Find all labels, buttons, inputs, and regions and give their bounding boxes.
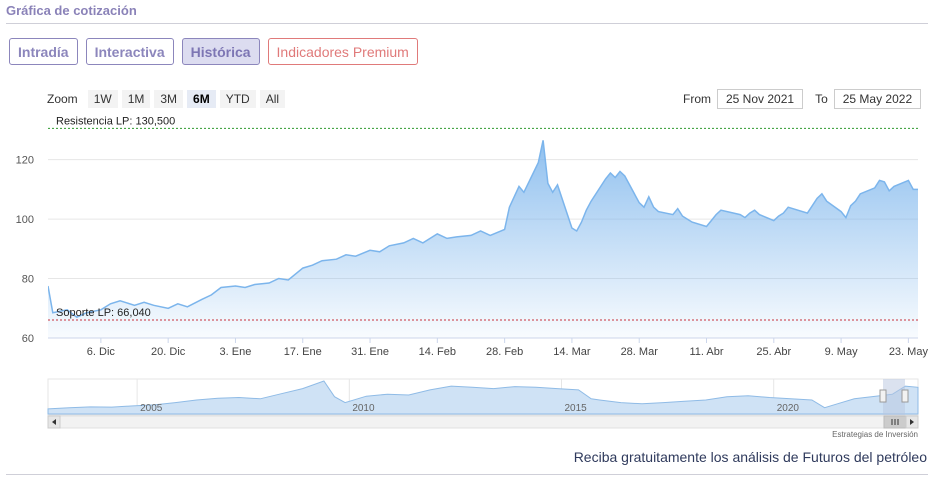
y-tick-label: 60	[22, 333, 34, 345]
x-tick-label: 11. Abr	[689, 346, 723, 358]
x-tick-label: 17. Ene	[284, 346, 322, 358]
bottom-divider	[6, 474, 928, 475]
chart-credit[interactable]: Estrategias de Inversión	[832, 430, 918, 439]
support-label: Soporte LP: 66,040	[56, 307, 151, 319]
x-tick-label: 23. May	[889, 346, 929, 358]
navigator-year-label: 2010	[352, 403, 375, 414]
x-tick-label: 14. Mar	[553, 346, 591, 358]
x-tick-label: 9. May	[825, 346, 859, 358]
navigator-year-label: 2020	[777, 403, 800, 414]
navigator-year-label: 2015	[565, 403, 588, 414]
price-area-fill	[48, 140, 918, 338]
navigator-year-label: 2005	[140, 403, 163, 414]
x-tick-label: 6. Dic	[87, 346, 116, 358]
x-tick-label: 3. Ene	[220, 346, 252, 358]
y-tick-label: 100	[16, 214, 34, 226]
x-tick-label: 14. Feb	[419, 346, 456, 358]
x-tick-label: 25. Abr	[756, 346, 791, 358]
scrollbar-track[interactable]	[47, 415, 919, 429]
price-chart: 60 80 100 120 Resistencia LP: 130,500 Soport…	[16, 115, 929, 429]
navigator-right-handle[interactable]	[901, 389, 909, 403]
navigator-left-handle[interactable]	[879, 389, 887, 403]
x-tick-label: 28. Feb	[486, 346, 523, 358]
y-tick-label: 120	[16, 155, 34, 167]
x-tick-label: 20. Dic	[151, 346, 186, 358]
x-tick-label: 28. Mar	[621, 346, 659, 358]
resistance-label: Resistencia LP: 130,500	[56, 115, 175, 127]
cta-link[interactable]: Reciba gratuitamente los análisis de Fut…	[574, 449, 927, 465]
x-tick-label: 31. Ene	[351, 346, 389, 358]
y-tick-label: 80	[22, 274, 34, 286]
